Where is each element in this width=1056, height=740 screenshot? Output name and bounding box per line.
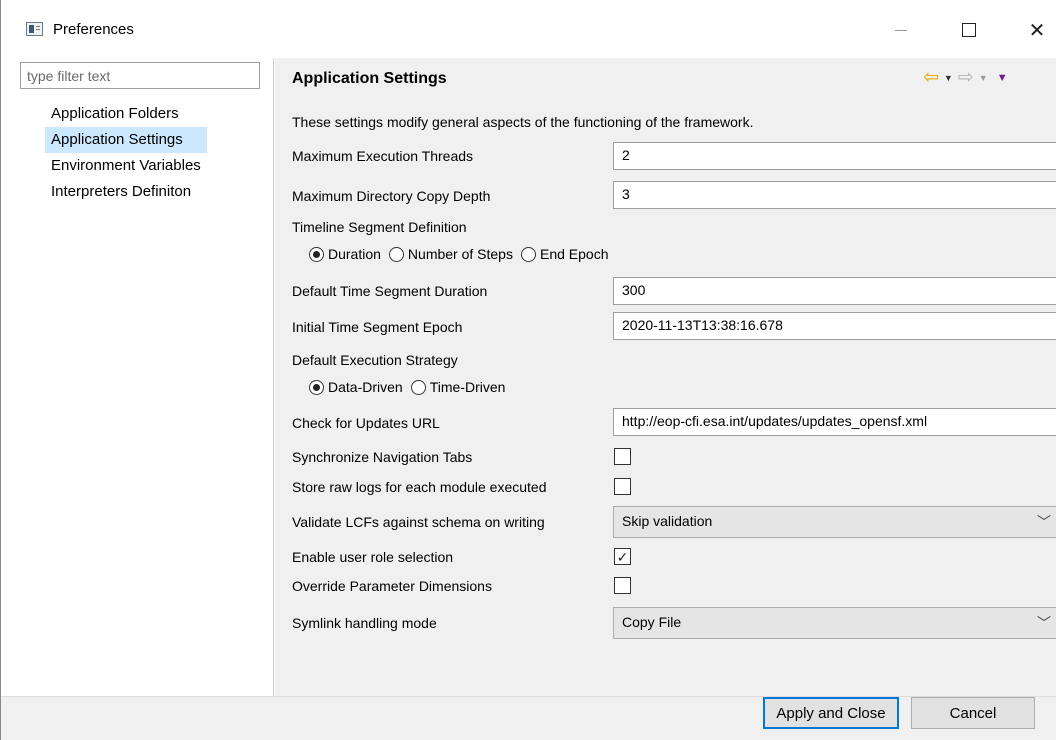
radio-end-epoch[interactable]: End Epoch <box>520 246 609 262</box>
settings-page: Application Settings ⇦ ▼ ⇨ ▼ ▼ These set… <box>275 58 1056 696</box>
max-threads-field[interactable]: 2 <box>613 142 1056 170</box>
arrow-left-icon[interactable]: ⇦ <box>923 68 939 87</box>
dialog-footer: Apply and Close Cancel <box>1 696 1056 740</box>
radio-end-epoch-indicator <box>520 246 536 262</box>
tree-item-application-settings[interactable]: Application Settings <box>45 127 207 153</box>
preferences-tree: Application Folders Application Settings… <box>45 101 207 205</box>
radio-number-of-steps-indicator <box>388 246 404 262</box>
segment-epoch-field[interactable]: 2020-11-13T13:38:16.678 <box>613 312 1056 340</box>
timeline-definition-label: Timeline Segment Definition <box>292 219 467 235</box>
raw-logs-label: Store raw logs for each module executed <box>292 479 547 495</box>
window-title: Preferences <box>53 21 134 38</box>
filter-input[interactable] <box>20 62 260 89</box>
symlink-mode-label: Symlink handling mode <box>292 615 437 631</box>
checkmark-icon: ✓ <box>616 548 629 565</box>
back-menu-caret-icon[interactable]: ▼ <box>944 69 953 87</box>
page-header: Application Settings ⇦ ▼ ⇨ ▼ ▼ <box>275 58 1056 100</box>
override-dims-checkbox[interactable] <box>614 577 631 594</box>
sync-tabs-checkbox[interactable] <box>614 448 631 465</box>
maximize-button[interactable] <box>949 10 989 50</box>
app-icon <box>26 22 43 36</box>
radio-time-driven[interactable]: Time-Driven <box>410 379 506 395</box>
execution-strategy-label: Default Execution Strategy <box>292 352 458 368</box>
updates-url-label: Check for Updates URL <box>292 415 440 431</box>
segment-duration-label: Default Time Segment Duration <box>292 283 488 299</box>
page-description: These settings modify general aspects of… <box>292 114 754 130</box>
symlink-mode-select[interactable]: Copy File ﹀ <box>613 607 1056 639</box>
minimize-icon <box>895 29 907 31</box>
title-bar[interactable]: Preferences ✕ <box>1 0 1056 58</box>
tree-item-interpreters-definition[interactable]: Interpreters Definiton <box>45 179 207 205</box>
chevron-down-icon: ﹀ <box>1037 615 1051 631</box>
forward-menu-caret-icon[interactable]: ▼ <box>979 69 988 87</box>
preferences-dialog: Preferences ✕ Application Folders Applic… <box>0 0 1056 740</box>
execution-strategy-group: Data-Driven Time-Driven <box>309 379 513 395</box>
override-dims-label: Override Parameter Dimensions <box>292 578 492 594</box>
user-role-checkbox[interactable]: ✓ <box>614 548 631 565</box>
tree-item-environment-variables[interactable]: Environment Variables <box>45 153 207 179</box>
close-icon: ✕ <box>1028 19 1046 42</box>
radio-number-of-steps[interactable]: Number of Steps <box>388 246 513 262</box>
updates-url-field[interactable]: http://eop-cfi.esa.int/updates/updates_o… <box>613 408 1056 436</box>
radio-end-epoch-label: End Epoch <box>539 246 609 262</box>
timeline-definition-group: Duration Number of Steps End Epoch <box>309 246 616 262</box>
radio-time-driven-label: Time-Driven <box>429 379 506 395</box>
close-button[interactable]: ✕ <box>1017 10 1056 50</box>
apply-and-close-button[interactable]: Apply and Close <box>763 697 899 729</box>
radio-duration[interactable]: Duration <box>309 246 381 262</box>
symlink-mode-value: Copy File <box>622 614 682 630</box>
radio-number-of-steps-label: Number of Steps <box>407 246 513 262</box>
preferences-tree-pane: Application Folders Application Settings… <box>1 58 274 696</box>
max-copy-depth-label: Maximum Directory Copy Depth <box>292 188 491 204</box>
segment-duration-field[interactable]: 300 <box>613 277 1056 305</box>
radio-duration-indicator <box>309 246 324 262</box>
user-role-label: Enable user role selection <box>292 549 454 565</box>
minimize-button[interactable] <box>881 10 921 50</box>
segment-epoch-label: Initial Time Segment Epoch <box>292 319 463 335</box>
cancel-button[interactable]: Cancel <box>911 697 1035 729</box>
arrow-right-icon[interactable]: ⇨ <box>958 68 974 87</box>
radio-time-driven-indicator <box>410 379 426 395</box>
maximize-icon <box>962 23 976 37</box>
radio-data-driven[interactable]: Data-Driven <box>309 379 403 395</box>
tree-item-application-folders[interactable]: Application Folders <box>45 101 207 127</box>
max-copy-depth-field[interactable]: 3 <box>613 181 1056 209</box>
raw-logs-checkbox[interactable] <box>614 478 631 495</box>
view-menu-icon[interactable]: ▼ <box>997 69 1008 87</box>
radio-data-driven-indicator <box>309 379 324 395</box>
radio-duration-label: Duration <box>328 246 381 262</box>
validate-lcf-label: Validate LCFs against schema on writing <box>292 514 545 530</box>
validate-lcf-select[interactable]: Skip validation ﹀ <box>613 506 1056 538</box>
chevron-down-icon: ﹀ <box>1037 514 1051 530</box>
max-threads-label: Maximum Execution Threads <box>292 148 474 164</box>
page-navigation: ⇦ ▼ ⇨ ▼ ▼ <box>923 68 1008 87</box>
radio-data-driven-label: Data-Driven <box>328 379 403 395</box>
validate-lcf-value: Skip validation <box>622 513 713 529</box>
page-title: Application Settings <box>292 70 447 87</box>
sync-tabs-label: Synchronize Navigation Tabs <box>292 449 473 465</box>
